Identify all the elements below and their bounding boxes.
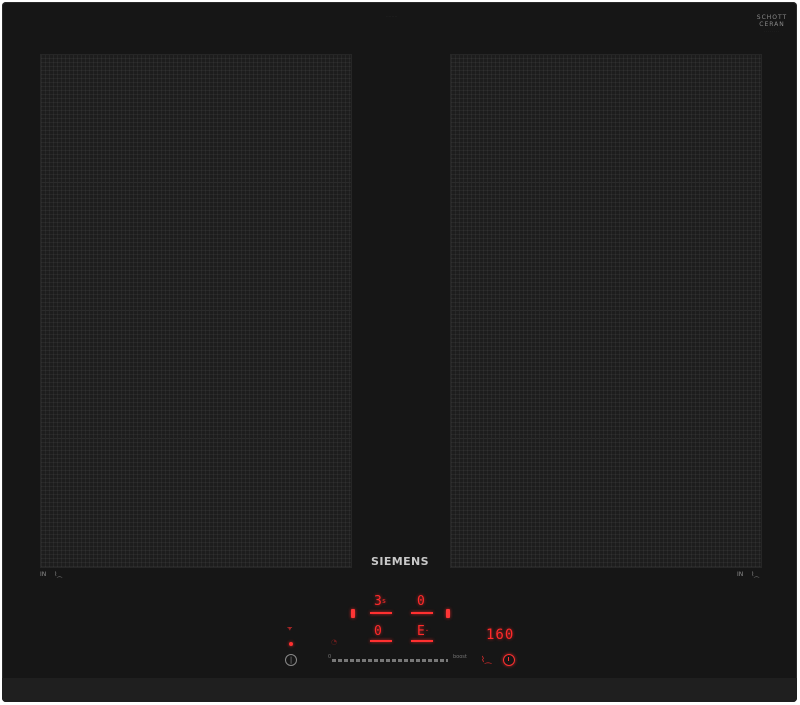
zone-underline <box>411 612 433 614</box>
zone-divider <box>41 182 351 183</box>
selected-zone-underline <box>370 612 392 614</box>
flex-zone-icon[interactable]: ◔ <box>331 638 337 646</box>
zone-divider <box>451 438 761 439</box>
front-left-power-display[interactable]: 0 <box>374 625 382 638</box>
power-slider[interactable] <box>332 659 448 662</box>
right-flex-zone[interactable] <box>450 54 762 568</box>
zone-underline <box>411 640 433 642</box>
front-right-power-display[interactable]: E· <box>417 625 429 638</box>
slider-max-label: boost <box>453 654 467 660</box>
pan-icon: ⌇⁔ <box>751 571 759 578</box>
top-imprint: ········ <box>386 14 398 18</box>
zone-divider <box>41 438 351 439</box>
power-icon[interactable]: | <box>285 654 297 666</box>
cooktop-front-edge <box>2 678 797 702</box>
zone-underline <box>370 640 392 642</box>
slider-min-label: 0 <box>328 654 332 660</box>
rear-right-power-display[interactable]: 0 <box>417 595 425 608</box>
home-connect-icon[interactable]: ᯤ <box>287 624 292 632</box>
left-zone-label: IN ⌇⁔ <box>40 571 62 578</box>
zone-divider <box>451 182 761 183</box>
right-zone-indicator[interactable] <box>446 609 450 618</box>
timer-display[interactable]: 160 <box>486 628 514 642</box>
right-zone-label: IN ⌇⁔ <box>737 571 759 578</box>
zone-divider <box>41 310 351 311</box>
left-flex-zone[interactable] <box>40 54 352 568</box>
manufacturer-logo: SCHOTT CERAN ········ <box>756 14 788 33</box>
timer-clock-icon[interactable] <box>503 654 515 666</box>
wifi-indicator-icon <box>289 642 293 646</box>
zone-divider <box>451 310 761 311</box>
brand-logo: SIEMENS <box>371 555 429 568</box>
pan-icon: ⌇⁔ <box>54 571 62 578</box>
rear-left-power-display[interactable]: 3s <box>374 595 386 608</box>
frying-sensor-icon[interactable]: ⌇⁔ <box>481 655 491 664</box>
left-zone-indicator[interactable] <box>351 609 355 618</box>
